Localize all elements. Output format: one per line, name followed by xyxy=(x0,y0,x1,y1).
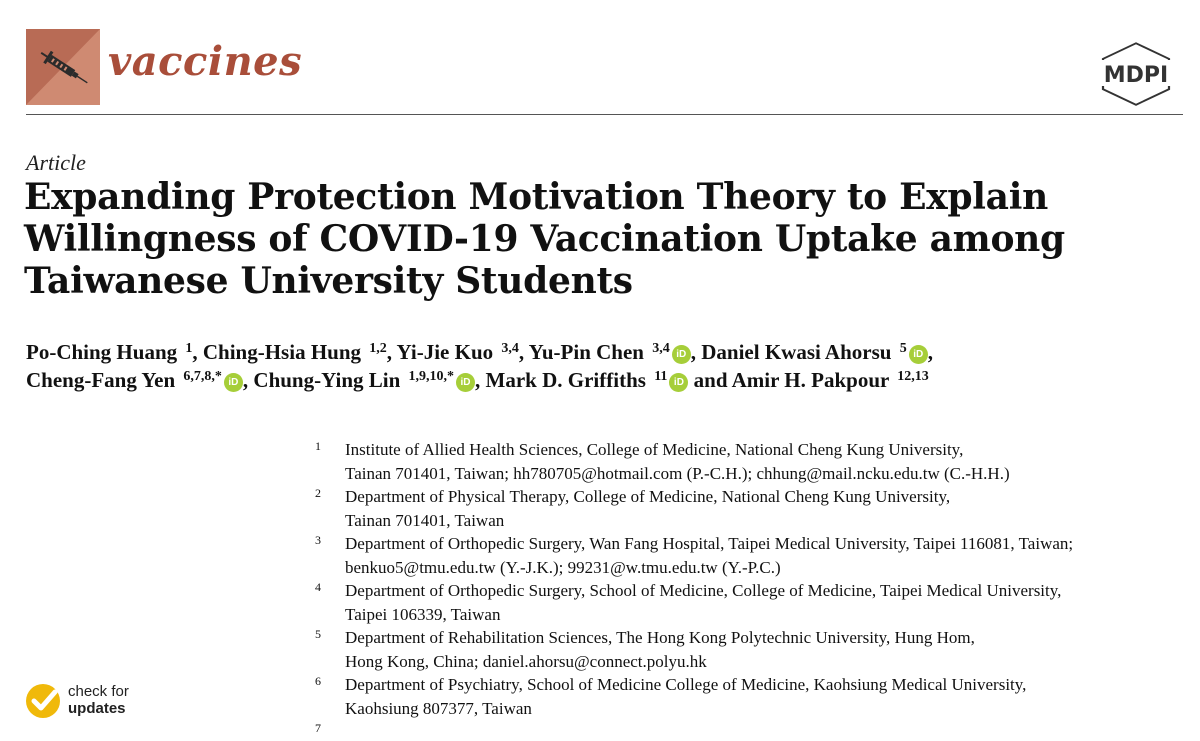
orcid-icon[interactable]: iD xyxy=(671,345,691,364)
article-type: Article xyxy=(26,150,86,175)
author: Amir H. Pakpour 12,13 xyxy=(732,368,929,392)
author-affiliation-marker: 6,7,8,* xyxy=(183,369,222,384)
affiliation-item: 1 Institute of Allied Health Sciences, C… xyxy=(315,438,1185,485)
affiliation-number: 1 xyxy=(315,439,321,453)
affiliation-item: 4 Department of Orthopedic Surgery, Scho… xyxy=(315,579,1185,626)
author-name: Amir H. Pakpour xyxy=(731,368,889,392)
affiliation-number: 4 xyxy=(315,580,321,594)
author-affiliation-marker: 3,4 xyxy=(652,341,670,356)
check-for-updates-badge[interactable]: check for updates xyxy=(24,681,164,721)
check-updates-line1: check for xyxy=(68,683,129,700)
author: Mark D. Griffiths 11 iD and xyxy=(485,368,728,392)
orcid-icon[interactable]: iD xyxy=(223,373,243,392)
author-name: Ching-Hsia Hung xyxy=(202,340,362,364)
author-name: Mark D. Griffiths xyxy=(485,368,646,392)
author: Ching-Hsia Hung 1,2, xyxy=(202,340,393,364)
author-name: Yu-Pin Chen xyxy=(528,340,644,364)
affiliation-item: 3 Department of Orthopedic Surgery, Wan … xyxy=(315,532,1185,579)
author: Daniel Kwasi Ahorsu 5 iD, xyxy=(701,340,933,364)
affiliation-item: 5 Department of Rehabilitation Sciences,… xyxy=(315,626,1185,673)
journal-name: vaccines xyxy=(108,38,303,85)
author-name: Po-Ching Huang xyxy=(26,340,178,364)
author-name: Daniel Kwasi Ahorsu xyxy=(701,340,892,364)
mdpi-text: MDPI xyxy=(1104,63,1168,88)
affiliation-number: 7 xyxy=(315,721,321,735)
affiliation-number: 2 xyxy=(315,486,321,500)
syringe-icon xyxy=(26,29,100,105)
affiliation-item: 2 Department of Physical Therapy, Colleg… xyxy=(315,485,1185,532)
affiliation-number: 5 xyxy=(315,627,321,641)
author: Cheng-Fang Yen 6,7,8,* iD, xyxy=(26,368,249,392)
author-affiliation-marker: 5 xyxy=(899,341,907,356)
orcid-icon[interactable]: iD xyxy=(908,345,928,364)
paper-title: Expanding Protection Motivation Theory t… xyxy=(24,176,1065,302)
affiliation-number: 3 xyxy=(315,533,321,547)
orcid-icon[interactable]: iD xyxy=(456,373,476,392)
author-affiliation-marker: 12,13 xyxy=(897,369,929,384)
author-name: Yi-Jie Kuo xyxy=(396,340,494,364)
affiliation-number: 6 xyxy=(315,674,321,688)
author: Po-Ching Huang 1, xyxy=(26,340,198,364)
author-affiliation-marker: 1,2 xyxy=(369,341,387,356)
author-name: Cheng-Fang Yen xyxy=(26,368,176,392)
author-affiliation-marker: 3,4 xyxy=(501,341,519,356)
mdpi-logo: MDPI xyxy=(1088,40,1184,106)
author-name: Chung-Ying Lin xyxy=(253,368,401,392)
author: Chung-Ying Lin 1,9,10,* iD, xyxy=(253,368,481,392)
check-icon xyxy=(26,684,60,718)
affiliation-item: 6 Department of Psychiatry, School of Me… xyxy=(315,673,1185,720)
header-divider xyxy=(26,114,1183,115)
author-affiliation-marker: 1,9,10,* xyxy=(408,369,455,384)
affiliation-list: 1 Institute of Allied Health Sciences, C… xyxy=(315,438,1185,735)
journal-logo xyxy=(26,29,100,105)
author-list: Po-Ching Huang 1, Ching-Hsia Hung 1,2, Y… xyxy=(26,338,1186,394)
author: Yi-Jie Kuo 3,4, xyxy=(396,340,525,364)
author-affiliation-marker: 11 xyxy=(654,369,668,384)
check-updates-line2: updates xyxy=(68,700,126,717)
author: Yu-Pin Chen 3,4 iD, xyxy=(528,340,696,364)
orcid-icon[interactable]: iD xyxy=(669,373,689,392)
